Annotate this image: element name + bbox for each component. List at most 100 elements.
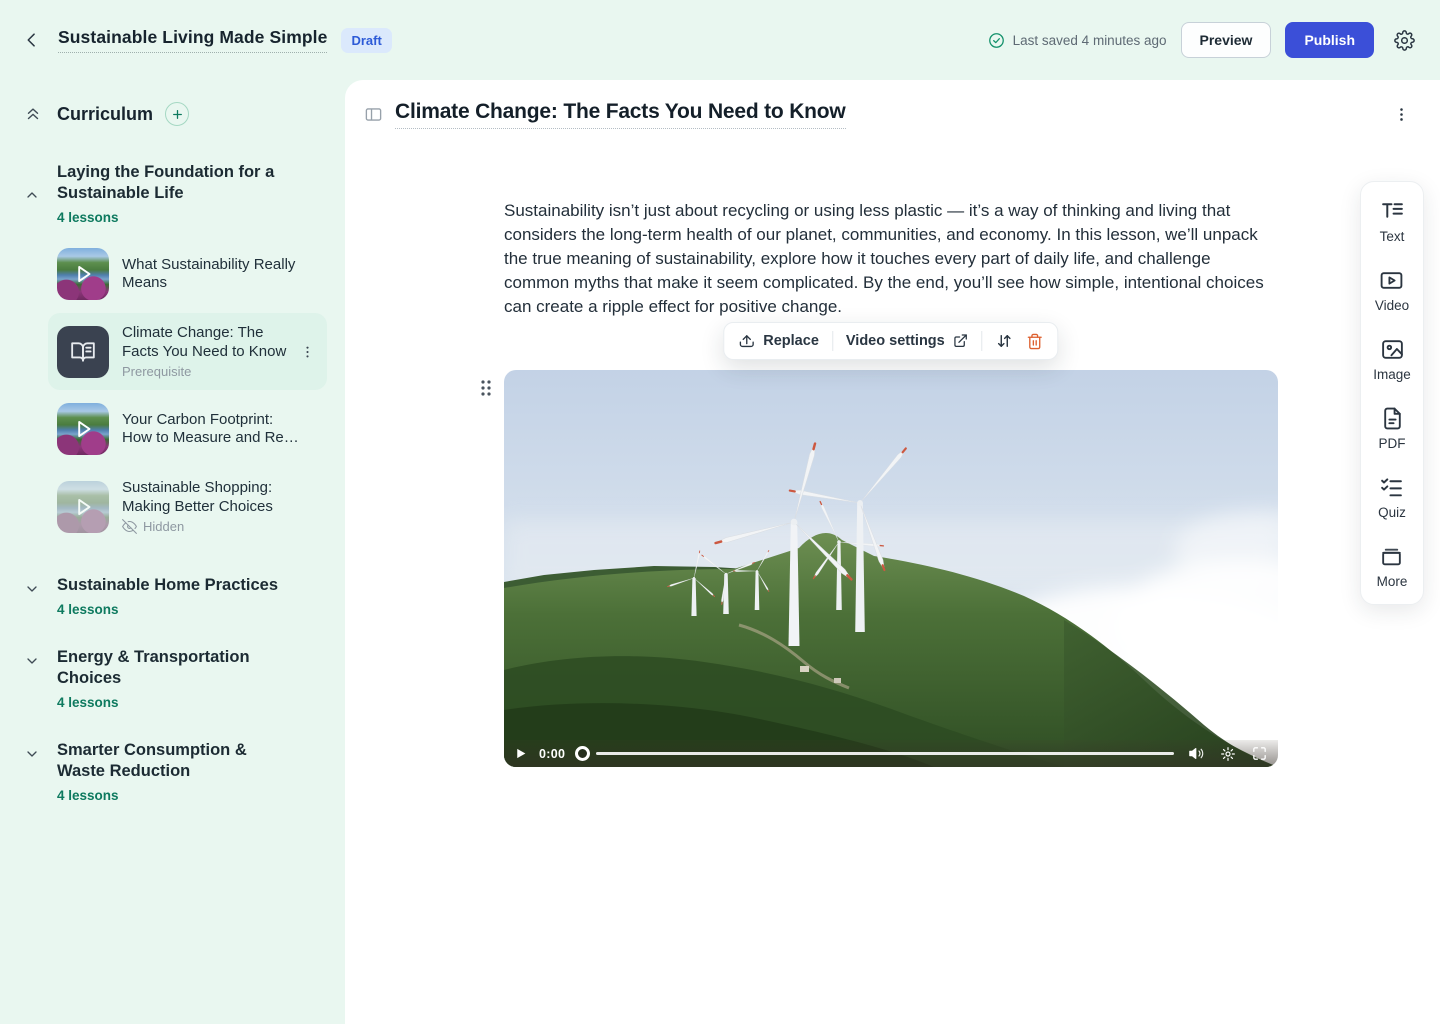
panel-icon bbox=[364, 105, 383, 124]
book-open-icon bbox=[70, 339, 96, 365]
curriculum-title: Curriculum bbox=[57, 104, 153, 125]
more-archive-icon bbox=[1379, 544, 1404, 569]
chevron-down-icon[interactable] bbox=[24, 653, 42, 710]
curriculum-section: Energy & Transportation Choices 4 lesson… bbox=[0, 647, 345, 710]
gear-icon bbox=[1394, 30, 1415, 51]
lesson-item[interactable]: Your Carbon Footprint: How to Measure an… bbox=[48, 392, 327, 466]
lesson-menu-button[interactable] bbox=[296, 340, 319, 363]
lesson-item[interactable]: What Sustainability Really Means bbox=[48, 237, 327, 311]
lesson-title: Sustainable Shopping: Making Better Choi… bbox=[122, 479, 300, 516]
section-lesson-count: 4 lessons bbox=[57, 695, 297, 710]
replace-button[interactable]: Replace bbox=[738, 333, 819, 350]
video-block-toolbar: Replace Video settings bbox=[723, 322, 1058, 360]
curriculum-sidebar: Curriculum Laying the Foundation for a S… bbox=[0, 80, 345, 1024]
play-icon bbox=[514, 747, 527, 760]
gear-icon bbox=[1220, 746, 1236, 762]
image-icon bbox=[1380, 337, 1405, 362]
video-settings-label: Video settings bbox=[846, 333, 945, 349]
course-title[interactable]: Sustainable Living Made Simple bbox=[58, 27, 327, 53]
section-text: Smarter Consumption & Waste Reduction 4 … bbox=[57, 740, 297, 803]
lesson-item-hidden[interactable]: Sustainable Shopping: Making Better Choi… bbox=[48, 468, 327, 545]
video-scrubber-knob[interactable] bbox=[575, 746, 590, 761]
section-header[interactable]: Laying the Foundation for a Sustainable … bbox=[0, 162, 345, 225]
add-quiz-button[interactable]: Quiz bbox=[1378, 475, 1406, 520]
topbar-actions: Last saved 4 minutes ago Preview Publish bbox=[988, 22, 1420, 58]
lesson-options-button[interactable] bbox=[1389, 102, 1414, 127]
chevron-down-icon[interactable] bbox=[24, 581, 42, 617]
check-circle-icon bbox=[988, 32, 1005, 49]
video-player[interactable]: 0:00 bbox=[504, 370, 1278, 767]
chevron-up-icon[interactable] bbox=[24, 164, 42, 225]
replace-label: Replace bbox=[763, 333, 819, 349]
grip-dots-icon bbox=[479, 378, 493, 398]
toolbar-divider bbox=[832, 331, 833, 351]
curriculum-section: Laying the Foundation for a Sustainable … bbox=[0, 162, 345, 545]
external-link-icon bbox=[953, 333, 969, 349]
volume-icon bbox=[1188, 745, 1205, 762]
lesson-subtitle: Prerequisite bbox=[122, 364, 300, 379]
settings-button[interactable] bbox=[1388, 24, 1420, 56]
panel-item-label: More bbox=[1377, 574, 1408, 589]
topbar: Sustainable Living Made Simple Draft Las… bbox=[0, 0, 1440, 80]
add-section-button[interactable] bbox=[165, 102, 189, 126]
add-more-button[interactable]: More bbox=[1377, 544, 1408, 589]
video-controls-right bbox=[1188, 745, 1268, 762]
trash-icon bbox=[1027, 333, 1044, 350]
play-overlay-icon bbox=[57, 481, 109, 533]
sidebar-toggle-button[interactable] bbox=[362, 103, 385, 126]
add-pdf-button[interactable]: PDF bbox=[1379, 406, 1406, 451]
panel-item-label: Text bbox=[1380, 229, 1405, 244]
saved-status: Last saved 4 minutes ago bbox=[988, 32, 1167, 49]
eye-off-icon bbox=[122, 519, 137, 534]
section-lesson-count: 4 lessons bbox=[57, 602, 278, 617]
fullscreen-icon bbox=[1251, 745, 1268, 762]
collapse-all-button[interactable] bbox=[24, 105, 42, 123]
section-header[interactable]: Energy & Transportation Choices 4 lesson… bbox=[0, 647, 345, 710]
delete-block-button[interactable] bbox=[1027, 333, 1044, 350]
fullscreen-button[interactable] bbox=[1251, 745, 1268, 762]
lesson-video-thumbnail bbox=[57, 403, 109, 455]
saved-status-text: Last saved 4 minutes ago bbox=[1013, 33, 1167, 48]
add-video-button[interactable]: Video bbox=[1375, 268, 1409, 313]
section-title: Energy & Transportation Choices bbox=[57, 647, 297, 689]
kebab-icon bbox=[300, 344, 315, 359]
publish-button[interactable]: Publish bbox=[1285, 22, 1374, 58]
lesson-editor: Climate Change: The Facts You Need to Kn… bbox=[345, 80, 1440, 1024]
chevron-down-icon[interactable] bbox=[24, 746, 42, 803]
add-image-button[interactable]: Image bbox=[1373, 337, 1411, 382]
lesson-text: Climate Change: The Facts You Need to Kn… bbox=[122, 324, 300, 379]
video-progress-bar[interactable] bbox=[596, 752, 1174, 755]
lesson-item-selected[interactable]: Climate Change: The Facts You Need to Kn… bbox=[48, 313, 327, 390]
lesson-body-text[interactable]: Sustainability isn’t just about recyclin… bbox=[504, 199, 1278, 319]
section-header[interactable]: Sustainable Home Practices 4 lessons bbox=[0, 575, 345, 617]
video-settings-button[interactable]: Video settings bbox=[846, 333, 969, 349]
preview-button[interactable]: Preview bbox=[1181, 22, 1272, 58]
chevron-left-icon bbox=[22, 30, 42, 50]
hidden-label: Hidden bbox=[143, 519, 184, 534]
add-text-button[interactable]: Text bbox=[1380, 199, 1405, 244]
reorder-button[interactable] bbox=[996, 332, 1014, 350]
upload-icon bbox=[738, 333, 755, 350]
play-overlay-icon bbox=[57, 403, 109, 455]
block-drag-handle[interactable] bbox=[477, 376, 495, 400]
lesson-video-thumbnail bbox=[57, 481, 109, 533]
section-text: Energy & Transportation Choices 4 lesson… bbox=[57, 647, 297, 710]
section-lesson-count: 4 lessons bbox=[57, 210, 297, 225]
video-controls-bar: 0:00 bbox=[504, 740, 1278, 767]
section-title: Laying the Foundation for a Sustainable … bbox=[57, 162, 297, 204]
panel-item-label: Quiz bbox=[1378, 505, 1406, 520]
lesson-content: Sustainability isn’t just about recyclin… bbox=[504, 80, 1278, 319]
volume-button[interactable] bbox=[1188, 745, 1205, 762]
player-settings-button[interactable] bbox=[1220, 746, 1236, 762]
lesson-title: What Sustainability Really Means bbox=[122, 256, 300, 293]
back-button[interactable] bbox=[18, 26, 46, 54]
section-header[interactable]: Smarter Consumption & Waste Reduction 4 … bbox=[0, 740, 345, 803]
quiz-checklist-icon bbox=[1379, 475, 1404, 500]
video-icon bbox=[1379, 268, 1404, 293]
curriculum-section: Smarter Consumption & Waste Reduction 4 … bbox=[0, 740, 345, 803]
play-button[interactable] bbox=[514, 747, 527, 760]
sort-arrows-icon bbox=[996, 332, 1014, 350]
kebab-icon bbox=[1393, 106, 1410, 123]
lesson-video-thumbnail bbox=[57, 248, 109, 300]
section-title: Smarter Consumption & Waste Reduction bbox=[57, 740, 297, 782]
